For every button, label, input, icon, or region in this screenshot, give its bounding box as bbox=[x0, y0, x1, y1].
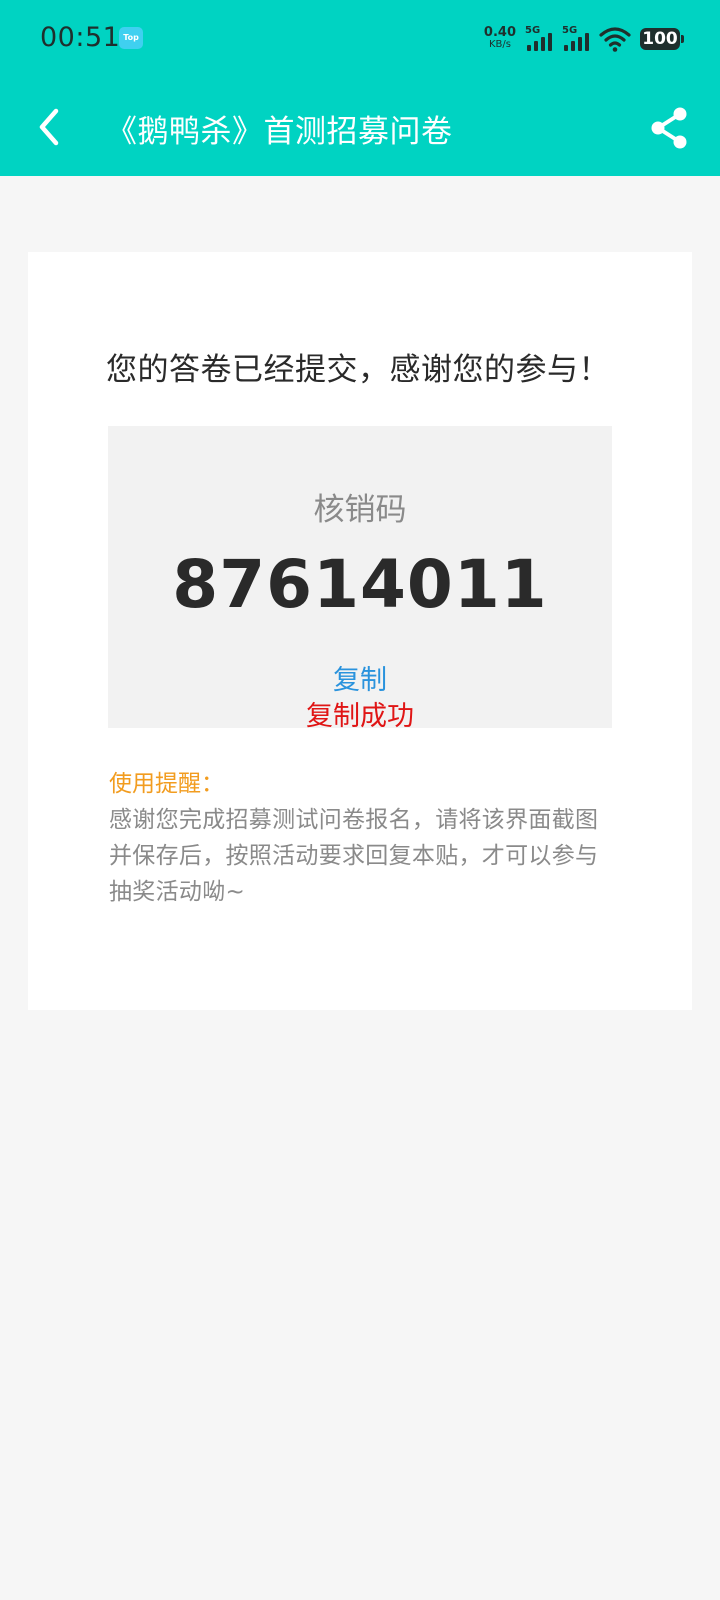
result-card: 您的答卷已经提交，感谢您的参与！ 核销码 87614011 复制 复制成功 使用… bbox=[28, 252, 692, 1010]
submission-success-message: 您的答卷已经提交，感谢您的参与！ bbox=[106, 352, 610, 388]
copy-button[interactable]: 复制 bbox=[108, 658, 612, 697]
network-speed-unit: KB/s bbox=[488, 39, 511, 50]
signal-2-icon: 5G bbox=[562, 25, 590, 52]
signal-2-label: 5G bbox=[562, 25, 578, 36]
status-indicators: 0.40 KB/s 5G 5G 100 bbox=[483, 22, 684, 56]
redemption-code-label: 核销码 bbox=[313, 492, 407, 528]
back-button[interactable] bbox=[30, 104, 70, 150]
network-speed-value: 0.40 bbox=[483, 25, 516, 40]
app-notification-icon: Top bbox=[119, 27, 143, 49]
usage-reminder-title: 使用提醒： bbox=[109, 771, 224, 797]
share-button[interactable] bbox=[648, 106, 690, 150]
signal-1-icon: 5G bbox=[525, 25, 553, 52]
copy-success-text: 复制成功 bbox=[306, 701, 414, 732]
wifi-icon bbox=[599, 27, 631, 52]
redemption-code-box: 核销码 87614011 复制 复制成功 bbox=[108, 426, 612, 732]
share-icon bbox=[651, 107, 687, 149]
app-header: 00:51 Top 0.40 KB/s 5G 5G 100 《鹅鸭杀》首测招募问… bbox=[0, 0, 720, 176]
usage-reminder-text: 感谢您完成招募测试问卷报名，请将该界面截图并保存后，按照活动要求回复本贴，才可以… bbox=[109, 807, 599, 905]
chevron-left-icon bbox=[39, 108, 59, 146]
battery-indicator: 100 bbox=[640, 28, 684, 50]
page-title: 《鹅鸭杀》首测招募问卷 bbox=[106, 114, 453, 150]
signal-1-label: 5G bbox=[525, 25, 541, 36]
status-time: 00:51 bbox=[40, 22, 121, 53]
network-speed: 0.40 KB/s bbox=[483, 25, 516, 51]
redemption-code-value: 87614011 bbox=[172, 546, 548, 623]
